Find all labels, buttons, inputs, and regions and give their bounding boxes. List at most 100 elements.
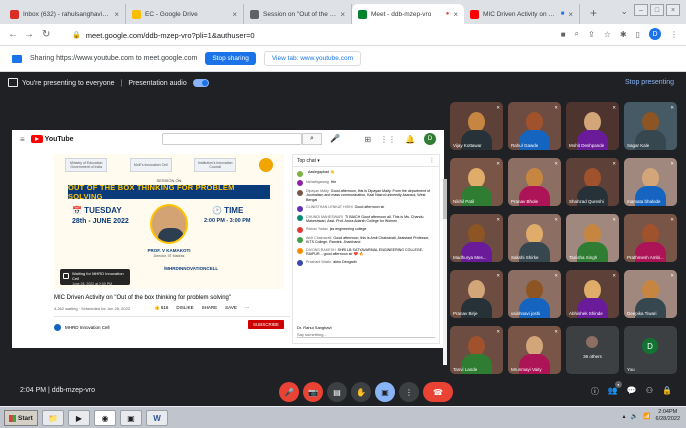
close-tab-icon[interactable]: × — [568, 10, 573, 19]
view-tab-button[interactable]: View tab: www.youtube.com — [263, 51, 361, 66]
chat-icon[interactable]: 💬 — [627, 386, 637, 397]
sidepanel-icon[interactable]: ▯ — [636, 30, 640, 39]
youtube-avatar[interactable]: D — [424, 133, 436, 145]
bell-icon[interactable]: 🔔 — [405, 135, 415, 144]
new-tab-button[interactable]: + — [590, 6, 597, 20]
media-player-icon[interactable]: ▶ — [68, 410, 90, 426]
end-call-button[interactable]: ☎ — [423, 382, 453, 402]
youtube-search-input[interactable] — [162, 133, 302, 145]
participant-tile[interactable]: ✕ Pranav Birje — [450, 270, 503, 318]
self-tile[interactable]: D You — [624, 326, 677, 374]
chat-input-field[interactable]: Say something... — [297, 330, 435, 338]
camera-off-button[interactable]: 📷 — [303, 382, 323, 402]
menu-kebab-icon[interactable]: ⋮ — [670, 30, 678, 39]
video-player[interactable]: Ministry of Education Government of Indi… — [54, 154, 284, 289]
chat-scrollbar[interactable] — [443, 179, 447, 365]
present-button[interactable]: ▣ — [375, 382, 395, 402]
people-icon[interactable]: 👥 ● — [608, 381, 622, 397]
close-window-button[interactable]: × — [666, 4, 680, 16]
close-tab-icon[interactable]: × — [232, 10, 237, 19]
profile-avatar[interactable]: D — [649, 28, 661, 40]
host-controls-icon[interactable]: 🔒 — [662, 386, 672, 397]
top-chat-dropdown[interactable]: Top chat ▾ — [297, 158, 320, 164]
file-explorer-icon[interactable]: 📁 — [42, 410, 64, 426]
tab-search-icon[interactable]: ⌄ — [620, 6, 628, 17]
extensions-icon[interactable]: ✱ — [620, 30, 627, 39]
participant-tile[interactable]: ✕ vaishnavi joshi — [508, 270, 561, 318]
taskbar-app-icon[interactable]: ▣ — [120, 410, 142, 426]
activities-icon[interactable]: ⚇ — [646, 386, 653, 397]
dislike-button[interactable]: DISLIKE — [176, 305, 193, 311]
mic-off-button[interactable]: 🎤 — [279, 382, 299, 402]
share-button[interactable]: SHARE — [202, 305, 218, 311]
browser-tab-meet[interactable]: Meet - ddb-mzep-vro ● × — [352, 4, 464, 24]
participant-tile[interactable]: ✕ Mohit Deshpande — [566, 102, 619, 150]
participant-tile[interactable]: ✕ Deepika Tiwari — [624, 270, 677, 318]
close-tab-icon[interactable]: × — [340, 10, 345, 19]
participant-tile[interactable]: ✕ mamata bhalode — [624, 158, 677, 206]
info-icon[interactable]: ⓘ — [591, 386, 599, 397]
create-icon[interactable]: ⊞ — [364, 135, 371, 144]
network-icon[interactable]: 📶 — [643, 413, 650, 420]
participant-tile[interactable]: ✕ Nikhil Patil — [450, 158, 503, 206]
channel-avatar[interactable] — [54, 324, 61, 331]
participant-tile[interactable]: ✕ Shahzad Qureshi — [566, 158, 619, 206]
share-icon[interactable]: ⇪ — [588, 30, 595, 39]
save-button[interactable]: SAVE — [225, 305, 237, 311]
participant-tile[interactable]: ✕ Vijay Kottawar — [450, 102, 503, 150]
participant-tile[interactable]: ✕ Tanvi Lande — [450, 326, 503, 374]
participant-tile[interactable]: ✕ Rahul Gawde — [508, 102, 561, 150]
search-icon[interactable]: ⌕ — [302, 133, 322, 145]
more-button[interactable]: ··· — [245, 305, 250, 311]
subscribe-button[interactable]: SUBSCRIBE — [248, 320, 285, 329]
presentation-audio-toggle[interactable] — [192, 79, 209, 87]
participant-tile[interactable]: ✕ Sakshi Shirke — [508, 214, 561, 262]
participant-tile[interactable]: ✕ Abhishek Shinde — [566, 270, 619, 318]
browser-tab-drive[interactable]: EC - Google Drive × — [126, 4, 244, 24]
channel-row[interactable]: MHRD Innovation Cell — [54, 324, 110, 331]
lock-icon[interactable]: 🔒 — [72, 31, 81, 39]
raise-hand-button[interactable]: ✋ — [351, 382, 371, 402]
hamburger-menu-icon[interactable]: ≡ — [20, 135, 25, 144]
maximize-button[interactable]: □ — [650, 4, 664, 16]
reload-icon[interactable]: ↻ — [42, 29, 50, 40]
url-field[interactable]: 🔒 meet.google.com/ddb-mzep-vro?pli=1&aut… — [64, 27, 554, 43]
chat-input[interactable]: Dr. Rahul Sanghavi Say something... — [297, 325, 435, 339]
channel-name[interactable]: MHRD Innovation Cell — [65, 325, 110, 330]
word-icon[interactable]: W — [146, 410, 168, 426]
stop-sharing-button[interactable]: Stop sharing — [205, 52, 256, 65]
minimize-button[interactable]: – — [634, 4, 648, 16]
forward-icon[interactable]: → — [24, 29, 34, 40]
close-tab-icon[interactable]: × — [114, 10, 119, 19]
browser-tab-youtube[interactable]: MIC Driven Activity on "Out ■ × — [464, 4, 580, 24]
like-button[interactable]: 👍 616 — [154, 305, 168, 311]
start-button[interactable]: Start — [4, 410, 38, 426]
chat-menu-icon[interactable]: ⋮ — [429, 157, 435, 164]
bookmark-star-icon[interactable]: ☆ — [604, 30, 611, 39]
others-tile[interactable]: 36 others — [566, 326, 619, 374]
close-tab-icon[interactable]: × — [453, 10, 458, 19]
volume-icon[interactable]: 🔊 — [631, 413, 638, 420]
participant-tile[interactable]: ✕ Tanisha Singh — [566, 214, 619, 262]
browser-tab-session[interactable]: Session on "Out of the box think × — [244, 4, 352, 24]
zoom-icon[interactable]: ⌕ — [575, 29, 579, 39]
participant-face — [642, 224, 659, 244]
participant-tile[interactable]: ✕ Sagar Kale — [624, 102, 677, 150]
participant-tile[interactable]: ✕ Mrunmayi Vaity — [508, 326, 561, 374]
tray-expand-icon[interactable]: ▴ — [623, 413, 626, 420]
mic-icon[interactable]: 🎤 — [330, 134, 340, 143]
chrome-icon[interactable]: ◉ — [94, 410, 116, 426]
youtube-logo[interactable]: YouTube — [30, 135, 74, 143]
apps-icon[interactable]: ⋮⋮ — [380, 135, 396, 144]
clock[interactable]: 2:04PM 6/28/2022 — [656, 409, 680, 423]
stop-presenting-button[interactable]: Stop presenting — [625, 79, 674, 86]
more-options-button[interactable]: ⋮ — [399, 382, 419, 402]
back-icon[interactable]: ← — [8, 29, 18, 40]
participant-tile[interactable]: ✕ Prathmesh Ambi... — [624, 214, 677, 262]
participant-tile[interactable]: ✕ Madhurya Mes... — [450, 214, 503, 262]
browser-tab-gmail[interactable]: Inbox (632) - rahulsanghavi@sri × — [4, 4, 126, 24]
url-text[interactable]: meet.google.com/ddb-mzep-vro?pli=1&authu… — [86, 31, 255, 40]
participant-tile[interactable]: ✕ Pranav Bhole — [508, 158, 561, 206]
captions-button[interactable]: ▤ — [327, 382, 347, 402]
camera-icon[interactable]: ■ — [561, 30, 566, 39]
